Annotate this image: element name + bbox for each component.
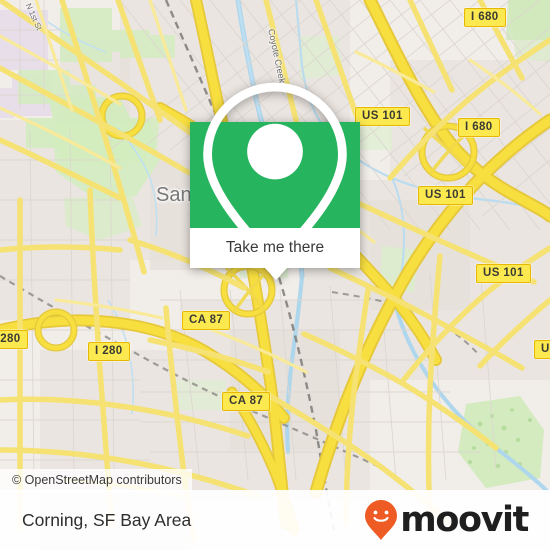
highway-shield-i680-mid[interactable]: I 680 bbox=[458, 118, 500, 137]
moovit-wordmark: moovit bbox=[400, 499, 529, 540]
moovit-logo[interactable]: moovit bbox=[364, 499, 529, 541]
location-title: Corning, SF Bay Area bbox=[22, 509, 192, 530]
moovit-pin-smile-icon bbox=[365, 500, 398, 540]
highway-shield-i280[interactable]: I 280 bbox=[88, 342, 130, 361]
popup-action-label: Take me there bbox=[225, 239, 325, 256]
highway-shield-i680-north[interactable]: I 680 bbox=[464, 8, 506, 27]
map-pin-icon bbox=[203, 82, 347, 270]
screenshot-root: San Coyote Creek N 1st St I 680 US 101 I… bbox=[0, 0, 550, 550]
footer-bar: Corning, SF Bay Area moovit bbox=[0, 490, 550, 550]
highway-shield-i280-edge[interactable]: I 280 bbox=[0, 330, 28, 349]
map-city-label: San bbox=[156, 184, 192, 206]
popup-pointer bbox=[265, 268, 287, 280]
highway-shield-us101-edge[interactable]: U bbox=[534, 340, 550, 359]
highway-shield-us101-east[interactable]: US 101 bbox=[476, 264, 531, 283]
popup-icon-area bbox=[190, 82, 360, 270]
map-canvas[interactable]: San Coyote Creek N 1st St I 680 US 101 I… bbox=[0, 0, 550, 550]
take-me-there-popup[interactable]: Take me there bbox=[190, 82, 360, 280]
highway-shield-us101-mid[interactable]: US 101 bbox=[418, 186, 473, 205]
map-attribution[interactable]: © OpenStreetMap contributors bbox=[0, 469, 192, 492]
highway-shield-us101-north[interactable]: US 101 bbox=[355, 107, 410, 126]
